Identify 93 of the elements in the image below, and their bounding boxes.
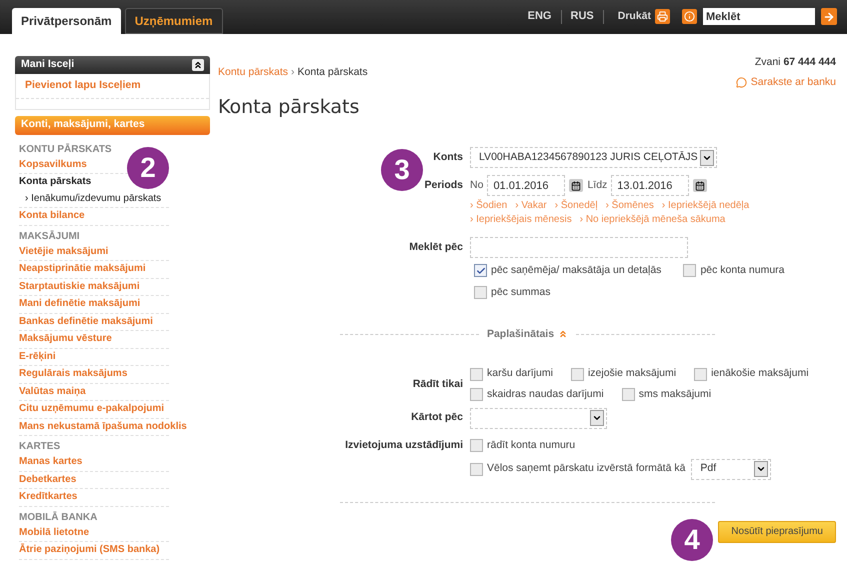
language-link[interactable]: ENG [524,8,554,25]
sidebar-item[interactable]: Valūtas maiņa [19,384,86,400]
form-label: Kārtot pēc [411,411,463,424]
checkbox[interactable] [470,368,483,381]
page-title: Konta pārskats [218,94,360,120]
arrow-right-icon [823,10,835,22]
sidebar-item[interactable]: Debetkartes [19,472,76,488]
sidebar-item[interactable]: Manas kartes [19,454,82,471]
step-badge: 2 [127,147,169,189]
form-label: Izvietojuma uzstādījumi [345,438,463,451]
checkbox-label: pēc summas [491,284,551,300]
checkbox-label: pēc konta numura [700,263,784,278]
print-link[interactable]: Drukāt [618,8,670,24]
checkbox[interactable] [622,388,635,402]
sidebar-item[interactable]: Bankas definētie maksājumi [19,314,153,330]
step-badge: 4 [671,519,713,561]
sidebar-item[interactable]: Ātrie paziņojumi (SMS banka) [19,542,160,559]
period-link[interactable]: › Šonedēļ [554,199,598,213]
format-select[interactable]: Pdf [691,458,772,480]
checkbox[interactable] [474,264,487,278]
checkbox[interactable] [470,462,483,476]
category-bar[interactable]: Konti, maksājumi, kartes [15,116,210,135]
checkbox[interactable] [694,368,708,381]
breadcrumb-current: Konta pārskats [298,64,368,80]
sidebar-item[interactable]: Konta bilance [19,208,85,225]
checkbox[interactable] [470,388,483,402]
calendar-icon[interactable] [693,179,708,192]
period-link[interactable]: › Vakar [515,199,547,213]
checkbox[interactable] [470,439,483,452]
sidebar-item[interactable]: Citu uzņēmumu e-pakalpojumi [19,401,164,418]
checkbox-label: rādīt konta numuru [487,438,576,453]
sidebar-heading: MOBILĀ BANKA [19,510,98,525]
date-field[interactable]: 01.01.2016 [487,175,566,196]
submit-button[interactable]: Nosūtīt pieprasījumu [718,520,836,542]
phone-text: Zvani 67 444 444 [754,55,836,70]
sidebar-item[interactable]: Kredītkartes [19,489,78,506]
sidebar-heading: KARTES [19,440,62,454]
sidebar-item[interactable]: Neapstiprinātie maksājumi [19,261,146,278]
favorites-header[interactable]: Mani Isceļi [15,56,210,74]
sidebar-item[interactable]: Maksājumu vēsture [19,331,112,348]
period-link[interactable]: › No iepriekšējā mēneša sākuma [580,213,726,227]
printer-icon [655,9,670,24]
step-badge: 3 [381,149,423,191]
date-field[interactable]: 13.01.2016 [611,175,690,196]
checkbox[interactable] [474,286,487,300]
sidebar-item[interactable]: E-rēķini [19,348,56,366]
checkbox-label: pēc saņēmēja/ maksātāja un detaļās [491,263,662,278]
form-label: Konts [433,150,463,163]
sidebar-subitem[interactable]: › Ienākumu/izdevumu pārskats [25,190,162,208]
from-label: No [470,178,484,193]
language-link[interactable]: RUS [568,8,597,25]
checkbox-label: sms maksājumi [638,387,712,402]
checkbox-label: Vēlos saņemt pārskatu izvērstā formātā kā [487,461,686,476]
period-link[interactable]: › Šodien [470,199,508,213]
to-label: Līdz [587,178,608,193]
sidebar-item[interactable]: Starptautiskie maksājumi [19,278,140,296]
checkbox-label: karšu darījumi [487,366,553,382]
search-button[interactable] [821,8,837,25]
sidebar-item[interactable]: Mani definētie maksājumi [19,296,140,313]
advanced-toggle[interactable]: Paplašinātais [486,326,568,342]
search-field[interactable]: Meklēt [703,8,815,25]
checkbox-label: ienākošie maksājumi [711,366,809,382]
sidebar-item[interactable]: Kopsavilkums [19,156,87,174]
period-link[interactable]: › Iepriekšējā nedēļa [662,199,750,213]
add-favorite-link[interactable]: Pievienot lapu Isceļiem [25,79,141,91]
form-label: Meklēt pēc [409,240,463,253]
sidebar-item[interactable]: Mobilā lietotne [19,524,89,542]
top-tab[interactable]: Privātpersonām [12,8,121,34]
top-tab[interactable]: Uzņēmumiem [124,8,223,34]
chat-link[interactable]: Sarakste ar banku [736,74,836,90]
period-link[interactable]: › Šomēnes [606,199,654,213]
form-label: Periods [424,178,463,191]
sidebar-item[interactable]: Mans nekustamā īpašuma nodoklis [19,418,187,436]
checkbox-label: skaidras naudas darījumi [487,387,604,402]
sidebar-heading: MAKSĀJUMI [19,230,81,244]
period-link[interactable]: › Iepriekšējais mēnesis [470,213,572,227]
form-label: Rādīt tikai [412,378,463,390]
checkbox[interactable] [683,264,696,278]
sidebar-item[interactable]: Regulārais maksājums [19,366,128,383]
breadcrumb-separator: › [291,64,295,80]
search-by-field[interactable] [470,237,688,258]
account-select[interactable]: LV00HABA1234567890123 JURIS CEĻOTĀJS [470,147,717,168]
checkbox-label: izejošie maksājumi [588,366,676,382]
collapse-icon[interactable] [192,59,204,71]
breadcrumb-link[interactable]: Kontu pārskats [218,64,288,81]
info-icon[interactable] [682,9,697,24]
sidebar-item[interactable]: Konta pārskats [19,174,92,191]
checkbox[interactable] [570,368,584,381]
sidebar-heading: KONTU PĀRSKATS [19,142,113,157]
calendar-icon[interactable] [569,179,584,192]
chat-bubble-icon [736,77,747,88]
sort-select[interactable] [470,408,607,429]
sidebar-item[interactable]: Vietējie maksājumi [19,244,108,260]
